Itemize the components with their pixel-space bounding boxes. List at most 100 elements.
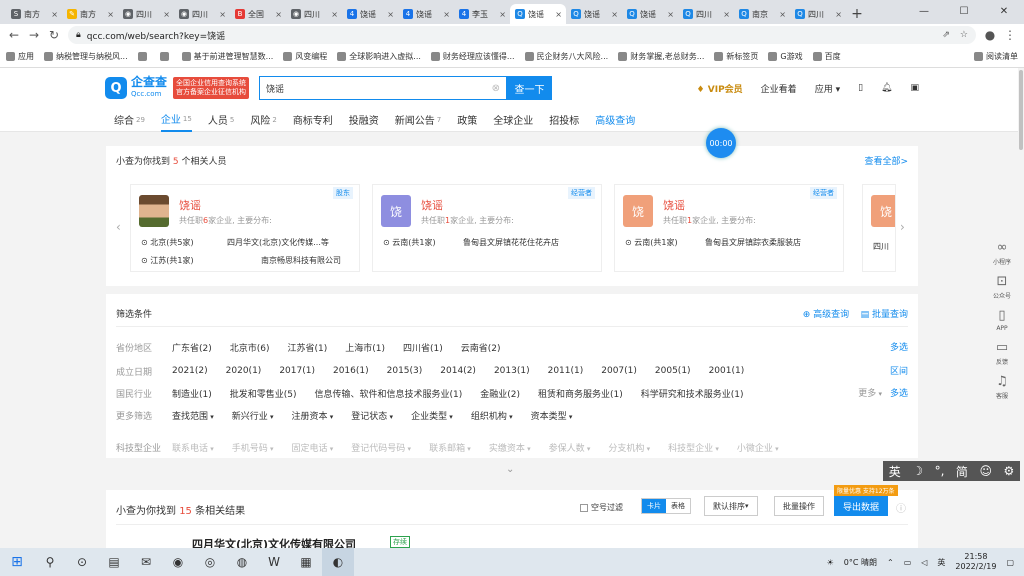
- filter-option[interactable]: 四川省(1): [403, 341, 443, 354]
- bookmark-item[interactable]: 全球影响进入虚拟...: [337, 51, 421, 62]
- taskbar-app-icon[interactable]: ▦: [290, 548, 322, 576]
- batch-ops-button[interactable]: 批量操作: [774, 496, 824, 516]
- close-tab-icon[interactable]: ×: [443, 10, 450, 19]
- weather-text[interactable]: 0°C 晴朗: [844, 557, 877, 568]
- rail-item[interactable]: ⊡ 公众号: [993, 274, 1011, 300]
- filter-option[interactable]: 2011(1): [548, 366, 584, 376]
- person-name[interactable]: 饶谣: [179, 197, 201, 213]
- weather-icon[interactable]: ☀: [827, 558, 834, 567]
- browser-tab[interactable]: ✎ 南方 ×: [62, 4, 118, 24]
- tab-10[interactable]: 高级查询: [595, 108, 635, 132]
- close-tab-icon[interactable]: ×: [163, 10, 170, 19]
- reading-list[interactable]: 阅读清单: [974, 51, 1018, 62]
- view-all-link[interactable]: 查看全部>: [864, 154, 908, 167]
- multi-select-link[interactable]: 区间: [890, 367, 908, 377]
- bookmark-item[interactable]: [137, 52, 150, 61]
- search-button[interactable]: 查一下: [507, 76, 553, 100]
- browser-tab[interactable]: Q 饶谣 ×: [622, 4, 678, 24]
- tab-0[interactable]: 综合 29: [114, 108, 145, 132]
- view-table-button[interactable]: 表格: [666, 499, 690, 513]
- user-avatar[interactable]: ▣: [910, 83, 919, 93]
- browser-tab[interactable]: 4 饶谣 ×: [398, 4, 454, 24]
- multi-select-link[interactable]: 多选: [890, 343, 908, 353]
- ime-button[interactable]: ⚙: [1003, 464, 1014, 478]
- browser-tab[interactable]: ◉ 四川 ×: [118, 4, 174, 24]
- tab-5[interactable]: 投融资: [349, 108, 379, 132]
- close-tab-icon[interactable]: ×: [387, 10, 394, 19]
- taskbar-app-icon[interactable]: ✉: [130, 548, 162, 576]
- back-icon[interactable]: ←: [8, 28, 20, 42]
- rail-item[interactable]: ∞ 小程序: [993, 240, 1011, 266]
- filter-option[interactable]: 2007(1): [601, 366, 637, 376]
- region-company[interactable]: 四月华文(北京)文化传媒...等: [227, 237, 329, 248]
- bookmark-item[interactable]: [159, 52, 172, 61]
- filter-option[interactable]: 北京市(6): [230, 341, 270, 354]
- ime-button[interactable]: °,: [935, 464, 945, 478]
- sort-dropdown[interactable]: 默认排序: [704, 496, 758, 516]
- browser-tab[interactable]: Q 四川 ×: [678, 4, 734, 24]
- filter-option[interactable]: 金融业(2): [480, 387, 520, 400]
- bookmark-item[interactable]: 纳税管理与纳税风...: [44, 51, 128, 62]
- filter-option[interactable]: 广东省(2): [172, 341, 212, 354]
- timer-badge[interactable]: 00:00: [706, 128, 736, 158]
- tab-7[interactable]: 政策: [457, 108, 477, 132]
- ime-button[interactable]: ☽: [912, 464, 923, 478]
- tab-8[interactable]: 全球企业: [493, 108, 533, 132]
- bookmark-item[interactable]: 风变编程: [283, 51, 327, 62]
- url-bar[interactable]: 🔒︎ qcc.com/web/search?key=饶谣 ⇗ ☆: [68, 26, 976, 44]
- tab-6[interactable]: 新闻公告 7: [395, 108, 441, 132]
- filter-option[interactable]: 云南省(2): [461, 341, 501, 354]
- new-tab-button[interactable]: +: [846, 4, 868, 24]
- filter-option[interactable]: 实缴资本: [489, 441, 531, 454]
- taskbar-app-icon[interactable]: ▤: [98, 548, 130, 576]
- filter-option[interactable]: 上海市(1): [345, 341, 385, 354]
- tab-3[interactable]: 风险 2: [250, 108, 276, 132]
- bookmark-item[interactable]: G游戏: [768, 51, 803, 62]
- taskbar-app-icon[interactable]: ◎: [194, 548, 226, 576]
- taskbar-app-icon[interactable]: ◉: [162, 548, 194, 576]
- filter-option[interactable]: 新兴行业: [232, 409, 274, 422]
- taskbar-app-icon[interactable]: ⊙: [66, 548, 98, 576]
- browser-tab[interactable]: B 全国 ×: [230, 4, 286, 24]
- region-company[interactable]: 鲁甸县文屏镇踪衣柔服装店: [705, 237, 801, 248]
- filter-option[interactable]: 小微企业: [737, 441, 779, 454]
- close-tab-icon[interactable]: ×: [107, 10, 114, 19]
- profile-icon[interactable]: ●: [984, 28, 996, 42]
- close-tab-icon[interactable]: ×: [499, 10, 506, 19]
- filter-option[interactable]: 资本类型: [531, 409, 573, 422]
- filter-option[interactable]: 企业类型: [411, 409, 453, 422]
- browser-tab[interactable]: S 南方 ×: [6, 4, 62, 24]
- taskbar-app-icon[interactable]: ◍: [226, 548, 258, 576]
- help-icon[interactable]: ⓘ: [896, 500, 906, 515]
- filter-option[interactable]: 江苏省(1): [288, 341, 328, 354]
- browser-tab[interactable]: 4 饶谣 ×: [342, 4, 398, 24]
- filter-row-action[interactable]: 更多多选: [858, 386, 908, 399]
- search-input[interactable]: 饶谣 ⊗: [259, 76, 508, 100]
- filter-option[interactable]: 登记代码号码: [351, 441, 411, 454]
- clear-icon[interactable]: ⊗: [492, 83, 500, 94]
- clock[interactable]: 21:58 2022/2/19: [955, 552, 996, 572]
- input-lang[interactable]: 英: [937, 557, 945, 568]
- close-tab-icon[interactable]: ×: [51, 10, 58, 19]
- close-tab-icon[interactable]: ×: [723, 10, 730, 19]
- person-card[interactable]: 饶饶谣 经营者 共任职1家企业, 主要分布: ⊙ 云南(共1家) 鲁甸县文屏镇踪衣柔服装…: [614, 184, 844, 272]
- filter-option[interactable]: 科技型企业: [668, 441, 719, 454]
- bell-icon[interactable]: 🔔︎: [881, 83, 892, 93]
- search-taskbar-icon[interactable]: ⚲: [34, 548, 66, 576]
- rail-item[interactable]: ▯ APP: [996, 308, 1007, 332]
- filter-option[interactable]: 手机号码: [232, 441, 274, 454]
- filter-option[interactable]: 2014(2): [440, 366, 476, 376]
- advanced-search-link[interactable]: ⊕ 高级查询: [803, 310, 849, 320]
- filter-option[interactable]: 信息传输、软件和信息技术服务业(1): [315, 387, 463, 400]
- filter-option[interactable]: 分支机构: [608, 441, 650, 454]
- mobile-icon[interactable]: ▯: [858, 83, 863, 93]
- person-card[interactable]: 饶饶谣 经营者 共任职1家企业, 主要分布: ⊙ 云南(共1家) 鲁甸县文屏镇花花住花卉…: [372, 184, 602, 272]
- tab-2[interactable]: 人员 5: [208, 108, 234, 132]
- apps-menu[interactable]: 应用 ▾: [815, 82, 840, 95]
- checkbox[interactable]: [580, 503, 588, 512]
- rail-item[interactable]: ▭ 反馈: [996, 340, 1008, 366]
- tab-4[interactable]: 商标专利: [293, 108, 333, 132]
- bookmark-item[interactable]: 百度: [812, 51, 841, 62]
- expand-chevron-icon[interactable]: ⌄: [506, 464, 514, 475]
- filter-option[interactable]: 科学研究和技术服务业(1): [641, 387, 744, 400]
